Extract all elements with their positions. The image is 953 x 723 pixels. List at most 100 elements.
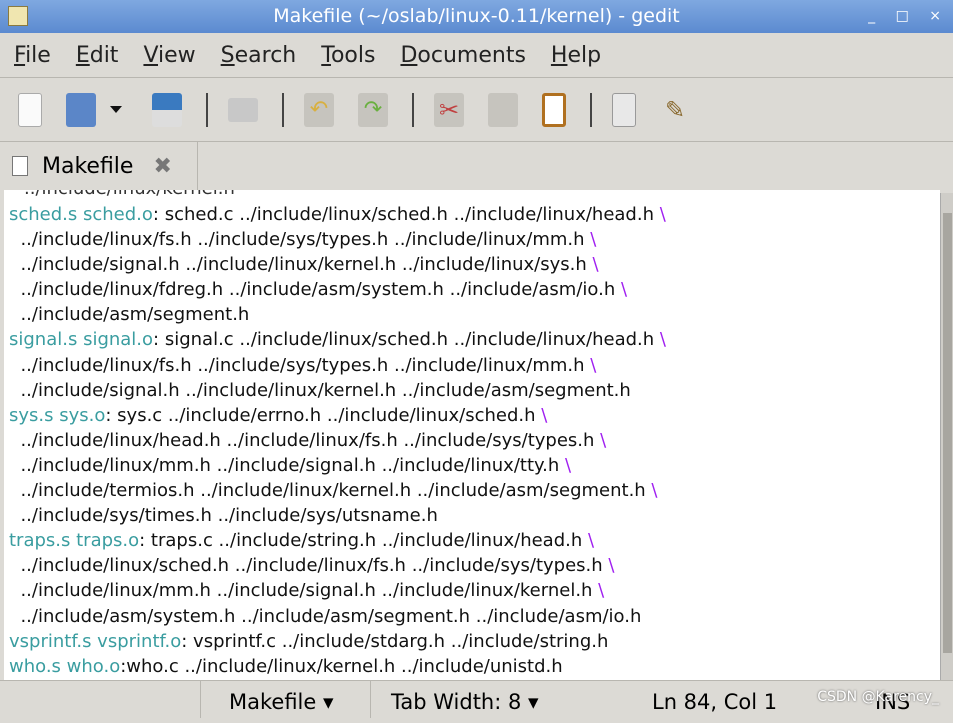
makefile-target: sched.s sched.o (9, 204, 153, 225)
dependency-text: ../include/linux/mm.h ../include/signal.… (9, 454, 565, 476)
line-continuation: \ (659, 329, 666, 351)
dependency-text: ../include/linux/fs.h ../include/sys/typ… (9, 354, 591, 376)
dependency-text: ../include/asm/segment.h (9, 304, 250, 326)
open-icon[interactable] (66, 92, 96, 127)
gedit-icon (8, 6, 28, 26)
code-line: ../include/termios.h ../include/linux/ke… (9, 478, 940, 503)
menu-tools[interactable]: Tools (321, 43, 375, 68)
makefile-target: vsprintf.s vsprintf.o (9, 630, 182, 652)
close-tab-icon[interactable]: ✖ (153, 154, 171, 179)
replace-icon[interactable]: ✎ (660, 93, 690, 127)
status-bar: Makefile ▾ Tab Width: 8 ▾ Ln 84, Col 1 I… (0, 680, 953, 718)
dependency-text: ../include/termios.h ../include/linux/ke… (9, 480, 652, 502)
makefile-target: sys.s sys.o (9, 404, 106, 426)
dependency-text: ../include/linux/head.h ../include/linux… (9, 429, 601, 451)
dependency-text: ../include/signal.h ../include/linux/ker… (9, 254, 593, 276)
tab-bar: Makefile ✖ (0, 142, 953, 190)
code-line: ../include/linux/fs.h ../include/sys/typ… (9, 353, 940, 378)
menu-bar: File Edit View Search Tools Documents He… (0, 33, 953, 78)
vertical-scrollbar[interactable] (940, 193, 953, 680)
dependency-text: ../include/linux/fdreg.h ../include/asm/… (9, 279, 621, 301)
code-line: ../include/linux/sched.h ../include/linu… (9, 553, 940, 578)
line-continuation: \ (620, 279, 628, 301)
cut-icon[interactable]: ✂ (434, 92, 464, 127)
line-continuation: \ (590, 229, 597, 251)
code-line: ../include/linux/head.h ../include/linux… (9, 428, 940, 453)
line-continuation: \ (590, 354, 597, 376)
copy-icon[interactable] (488, 92, 518, 127)
line-continuation: \ (587, 530, 595, 552)
dependency-text: : signal.c ../include/linux/sched.h ../i… (153, 329, 660, 351)
code-line: ../include/linux/fdreg.h ../include/asm/… (9, 277, 940, 302)
makefile-target: signal.s signal.o (9, 329, 154, 351)
makefile-target: who.s who.o (9, 655, 121, 677)
language-selector[interactable]: Makefile ▾ (200, 681, 370, 718)
code-line: ../include/asm/system.h ../include/asm/s… (9, 604, 940, 629)
code-line: ../include/asm/segment.h (9, 302, 940, 327)
toolbar: ↶ ↷ ✂ ✎ (0, 78, 953, 142)
dependency-text: : traps.c ../include/string.h ../include… (139, 530, 588, 552)
window-title: Makefile (~/oslab/linux-0.11/kernel) - g… (273, 5, 680, 27)
code-line: ../include/signal.h ../include/linux/ker… (9, 252, 940, 277)
line-continuation: \ (659, 204, 666, 225)
tab-label: Makefile (42, 153, 134, 179)
code-line: sys.s sys.o: sys.c ../include/errno.h ..… (9, 403, 940, 428)
line-continuation: \ (651, 480, 658, 502)
find-icon[interactable] (612, 92, 636, 127)
menu-help[interactable]: Help (551, 43, 601, 68)
line-continuation: \ (592, 254, 599, 276)
dependency-text: : vsprintf.c ../include/stdarg.h ../incl… (181, 630, 609, 652)
text-editor[interactable]: ../include/linux/kernel.h sched.s sched.… (4, 190, 940, 680)
code-line: signal.s signal.o: signal.c ../include/l… (9, 327, 940, 352)
code-line: vsprintf.s vsprintf.o: vsprintf.c ../inc… (9, 629, 940, 654)
tab-width-selector[interactable]: Tab Width: 8 ▾ (370, 681, 620, 718)
toolbar-separator (590, 92, 592, 127)
line-continuation: \ (541, 404, 548, 426)
window-controls[interactable]: _ □ × (868, 0, 949, 33)
save-icon[interactable] (152, 92, 182, 127)
code-line: traps.s traps.o: traps.c ../include/stri… (9, 528, 940, 553)
scrollbar-thumb[interactable] (943, 213, 952, 653)
cursor-position: Ln 84, Col 1 (652, 690, 778, 714)
dependency-text: ../include/linux/mm.h ../include/signal.… (9, 580, 599, 602)
toolbar-separator (282, 92, 284, 127)
dependency-text: :who.c ../include/linux/kernel.h ../incl… (120, 655, 563, 677)
dependency-text: ../include/sys/times.h ../include/sys/ut… (9, 505, 438, 527)
menu-view[interactable]: View (143, 43, 195, 68)
dependency-text: ../include/linux/sched.h ../include/linu… (9, 555, 609, 577)
dependency-text: : sys.c ../include/errno.h ../include/li… (105, 404, 542, 426)
code-line: ../include/signal.h ../include/linux/ker… (9, 378, 940, 403)
line-continuation: \ (600, 429, 607, 451)
code-line: ../include/linux/fs.h ../include/sys/typ… (9, 227, 940, 252)
code-line: sched.s sched.o: sched.c ../include/linu… (9, 202, 940, 227)
menu-documents[interactable]: Documents (400, 43, 525, 68)
redo-icon[interactable]: ↷ (358, 92, 388, 127)
line-continuation: \ (598, 580, 605, 602)
title-bar: Makefile (~/oslab/linux-0.11/kernel) - g… (0, 0, 953, 33)
tab-makefile[interactable]: Makefile ✖ (0, 142, 198, 190)
paste-icon[interactable] (542, 92, 566, 127)
undo-icon[interactable]: ↶ (304, 92, 334, 127)
toolbar-separator (412, 92, 414, 127)
dependency-text: ../include/linux/fs.h ../include/sys/typ… (9, 229, 591, 251)
line-continuation: \ (564, 454, 572, 476)
dependency-text: : sched.c ../include/linux/sched.h ../in… (152, 204, 660, 225)
watermark: CSDN @Karency_ (817, 689, 939, 705)
menu-file[interactable]: File (14, 43, 51, 68)
menu-search[interactable]: Search (221, 43, 297, 68)
clipped-line: ../include/linux/kernel.h (24, 190, 235, 199)
makefile-target: traps.s traps.o (9, 530, 140, 552)
new-document-icon[interactable] (18, 92, 42, 127)
line-continuation: \ (608, 555, 615, 577)
menu-edit[interactable]: Edit (76, 43, 119, 68)
open-recent-dropdown-icon[interactable] (110, 106, 122, 113)
code-line: who.s who.o:who.c ../include/linux/kerne… (9, 654, 940, 679)
document-icon (12, 156, 28, 176)
code-line: ../include/sys/times.h ../include/sys/ut… (9, 503, 940, 528)
print-icon[interactable] (228, 97, 258, 122)
dependency-text: ../include/signal.h ../include/linux/ker… (9, 379, 631, 401)
code-line: ../include/linux/mm.h ../include/signal.… (9, 578, 940, 603)
code-line: ../include/linux/mm.h ../include/signal.… (9, 453, 940, 478)
dependency-text: ../include/asm/system.h ../include/asm/s… (9, 605, 642, 627)
toolbar-separator (206, 92, 208, 127)
